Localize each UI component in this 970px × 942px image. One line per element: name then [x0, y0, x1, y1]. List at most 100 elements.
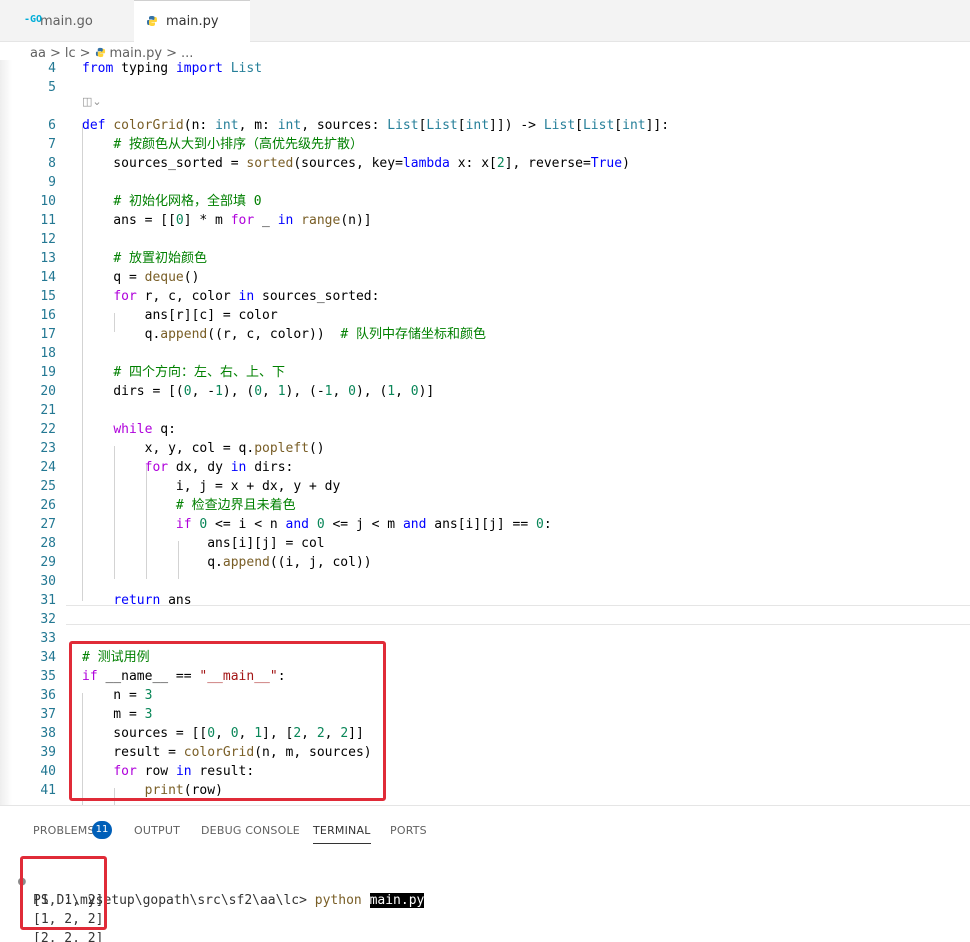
- line-number: 11: [40, 213, 56, 228]
- line-number: 22: [40, 422, 56, 437]
- code-line[interactable]: 18: [0, 344, 970, 363]
- line-number: 20: [40, 384, 56, 399]
- indent-guide: [82, 123, 83, 601]
- code-line[interactable]: 5: [0, 78, 970, 97]
- code-line[interactable]: 8 sources_sorted = sorted(sources, key=l…: [0, 154, 970, 173]
- line-number: 37: [40, 707, 56, 722]
- tab-ports[interactable]: PORTS: [390, 824, 427, 837]
- indent-guide: [114, 446, 115, 579]
- line-number: 14: [40, 270, 56, 285]
- terminal-line[interactable]: ● PS D:\mysetup\gopath\src\sf2\aa\lc> py…: [0, 853, 970, 908]
- code-line[interactable]: 23 x, y, col = q.popleft(): [0, 439, 970, 458]
- problems-count-badge: 11: [92, 821, 112, 839]
- tab-debug-console[interactable]: DEBUG CONSOLE: [201, 824, 300, 837]
- line-number: 35: [40, 669, 56, 684]
- code-line[interactable]: 15 for r, c, color in sources_sorted:: [0, 287, 970, 306]
- line-number: 28: [40, 536, 56, 551]
- tab-label: main.go: [40, 13, 93, 29]
- code-line[interactable]: 19 # 四个方向：左、右、上、下: [0, 363, 970, 382]
- line-number: 19: [40, 365, 56, 380]
- line-number: 34: [40, 650, 56, 665]
- line-number: 29: [40, 555, 56, 570]
- line-number: 33: [40, 631, 56, 646]
- tab-label: main.py: [166, 13, 219, 29]
- code-text: for r, c, color in sources_sorted:: [113, 289, 380, 304]
- line-number: 30: [40, 574, 56, 589]
- editor-tab-bar: -GO main.go main.py: [0, 0, 970, 42]
- tab-problems[interactable]: PROBLEMS: [33, 824, 95, 837]
- code-line[interactable]: 14 q = deque(): [0, 268, 970, 287]
- line-number: 15: [40, 289, 56, 304]
- code-line[interactable]: 22 while q:: [0, 420, 970, 439]
- line-number: 26: [40, 498, 56, 513]
- line-number: 7: [48, 137, 56, 152]
- line-number: 10: [40, 194, 56, 209]
- python-icon: [95, 47, 106, 61]
- code-text: # 放置初始颜色: [113, 251, 207, 266]
- code-text: dirs = [(0, -1), (0, 1), (-1, 0), (1, 0)…: [82, 384, 435, 399]
- tab-output[interactable]: OUTPUT: [134, 824, 180, 837]
- line-number: 16: [40, 308, 56, 323]
- highlight-box-test-code: [69, 641, 386, 801]
- line-number: 36: [40, 688, 56, 703]
- code-text: ans[r][c] = color: [82, 308, 278, 323]
- code-text: ans[i][j] = col: [82, 536, 325, 551]
- code-line[interactable]: 11 ans = [[0] * m for _ in range(n)]: [0, 211, 970, 230]
- code-line[interactable]: 12: [0, 230, 970, 249]
- code-text: i, j = x + dx, y + dy: [82, 479, 341, 494]
- code-line[interactable]: 9: [0, 173, 970, 192]
- code-text: while q:: [113, 422, 176, 437]
- breadcrumb-folder-aa[interactable]: aa: [30, 46, 46, 61]
- breadcrumb-folder-lc[interactable]: lc: [65, 46, 76, 61]
- code-text: from typing import List: [82, 61, 263, 76]
- code-line[interactable]: 6 def colorGrid(n: int, m: int, sources: …: [0, 116, 970, 135]
- code-line[interactable]: 10 # 初始化网格，全部填 0: [0, 192, 970, 211]
- line-number: 23: [40, 441, 56, 456]
- tab-terminal[interactable]: TERMINAL: [313, 824, 371, 844]
- line-number: 8: [48, 156, 56, 171]
- code-line[interactable]: 20 dirs = [(0, -1), (0, 1), (-1, 0), (1,…: [0, 382, 970, 401]
- line-number: 6: [48, 118, 56, 133]
- line-number: 9: [48, 175, 56, 190]
- line-number: 24: [40, 460, 56, 475]
- code-text: q = deque(): [82, 270, 200, 285]
- indent-guide: [178, 541, 179, 579]
- line-number: 5: [48, 80, 56, 95]
- code-line[interactable]: 31 return ans: [0, 591, 970, 610]
- code-text: # 按颜色从大到小排序（高优先级先扩散）: [113, 137, 363, 152]
- python-icon: [146, 15, 158, 30]
- code-text: ans = [[0] * m for _ in range(n)]: [82, 213, 372, 228]
- line-number: 18: [40, 346, 56, 361]
- terminal-output-line: [1, 2, 2]: [0, 891, 970, 927]
- code-text: # 初始化网格，全部填 0: [113, 194, 262, 209]
- indent-guide: [146, 465, 147, 579]
- breadcrumb-file[interactable]: main.py: [110, 46, 163, 61]
- code-line[interactable]: 7 # 按颜色从大到小排序（高优先级先扩散）: [0, 135, 970, 154]
- code-line[interactable]: 4 from typing import List: [0, 60, 970, 78]
- highlight-box-output: [20, 856, 107, 930]
- code-line[interactable]: 32: [0, 610, 970, 629]
- terminal-line[interactable]: ● PS D:\mysetup\gopath\src\sf2\aa\lc>: [0, 929, 970, 942]
- tab-main-py[interactable]: main.py: [134, 0, 250, 42]
- line-number: 13: [40, 251, 56, 266]
- code-line[interactable]: 13 # 放置初始颜色: [0, 249, 970, 268]
- line-number: 4: [48, 61, 56, 76]
- code-line[interactable]: 16 ans[r][c] = color: [0, 306, 970, 325]
- code-line[interactable]: 21: [0, 401, 970, 420]
- code-text: return ans: [113, 593, 192, 608]
- go-icon: -GO: [24, 14, 43, 25]
- code-text: # 四个方向：左、右、上、下: [113, 365, 285, 380]
- code-text: def colorGrid(n: int, m: int, sources: L…: [82, 118, 670, 133]
- breadcrumb-symbol[interactable]: ...: [181, 46, 193, 61]
- tab-main-go[interactable]: -GO main.go: [18, 0, 132, 42]
- breadcrumb-separator: >: [166, 46, 177, 61]
- indent-guide: [114, 313, 115, 332]
- code-line[interactable]: 17 q.append((r, c, color)) # 队列中存储坐标和颜色: [0, 325, 970, 344]
- terminal-output-line: [2, 2, 2]: [0, 910, 970, 942]
- code-text: q.append((r, c, color)) # 队列中存储坐标和颜色: [82, 327, 486, 342]
- line-number: 39: [40, 745, 56, 760]
- breadcrumb-separator: >: [49, 46, 61, 61]
- code-text: if 0 <= i < n and 0 <= j < m and ans[i][…: [175, 517, 552, 532]
- line-number: 21: [40, 403, 56, 418]
- line-number: 38: [40, 726, 56, 741]
